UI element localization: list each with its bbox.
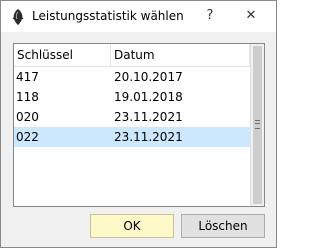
table-row-selected[interactable]: 022 23.11.2021 [14, 127, 250, 147]
row-date: 19.01.2018 [114, 90, 183, 104]
delete-button[interactable]: Löschen [181, 214, 265, 238]
row-key: 417 [16, 70, 39, 84]
scrollbar-grip-icon [255, 120, 260, 129]
list-rows: 417 20.10.2017 118 19.01.2018 020 23.11.… [14, 67, 250, 147]
title-bar: Leistungsstatistik wählen ? ✕ [1, 1, 276, 32]
row-key: 022 [16, 130, 39, 144]
column-header-key[interactable]: Schlüssel [14, 44, 111, 66]
window-title: Leistungsstatistik wählen [32, 9, 184, 23]
close-icon[interactable]: ✕ [238, 5, 264, 27]
row-date: 20.10.2017 [114, 70, 183, 84]
list-header: Schlüssel Datum [14, 44, 250, 67]
vertical-scrollbar[interactable] [250, 44, 264, 206]
scrollbar-thumb[interactable] [253, 46, 262, 204]
row-key: 020 [16, 110, 39, 124]
table-row[interactable]: 020 23.11.2021 [14, 107, 250, 127]
table-row[interactable]: 417 20.10.2017 [14, 67, 250, 87]
help-icon[interactable]: ? [200, 5, 220, 27]
column-header-date[interactable]: Datum [111, 44, 250, 66]
row-date: 23.11.2021 [114, 110, 183, 124]
row-date: 23.11.2021 [114, 130, 183, 144]
dialog-window: Leistungsstatistik wählen ? ✕ Schlüssel … [0, 0, 277, 248]
statistics-list[interactable]: Schlüssel Datum 417 20.10.2017 118 19.01… [13, 43, 265, 207]
table-row[interactable]: 118 19.01.2018 [14, 87, 250, 107]
app-icon [12, 9, 24, 25]
row-key: 118 [16, 90, 39, 104]
ok-button[interactable]: OK [90, 214, 174, 238]
